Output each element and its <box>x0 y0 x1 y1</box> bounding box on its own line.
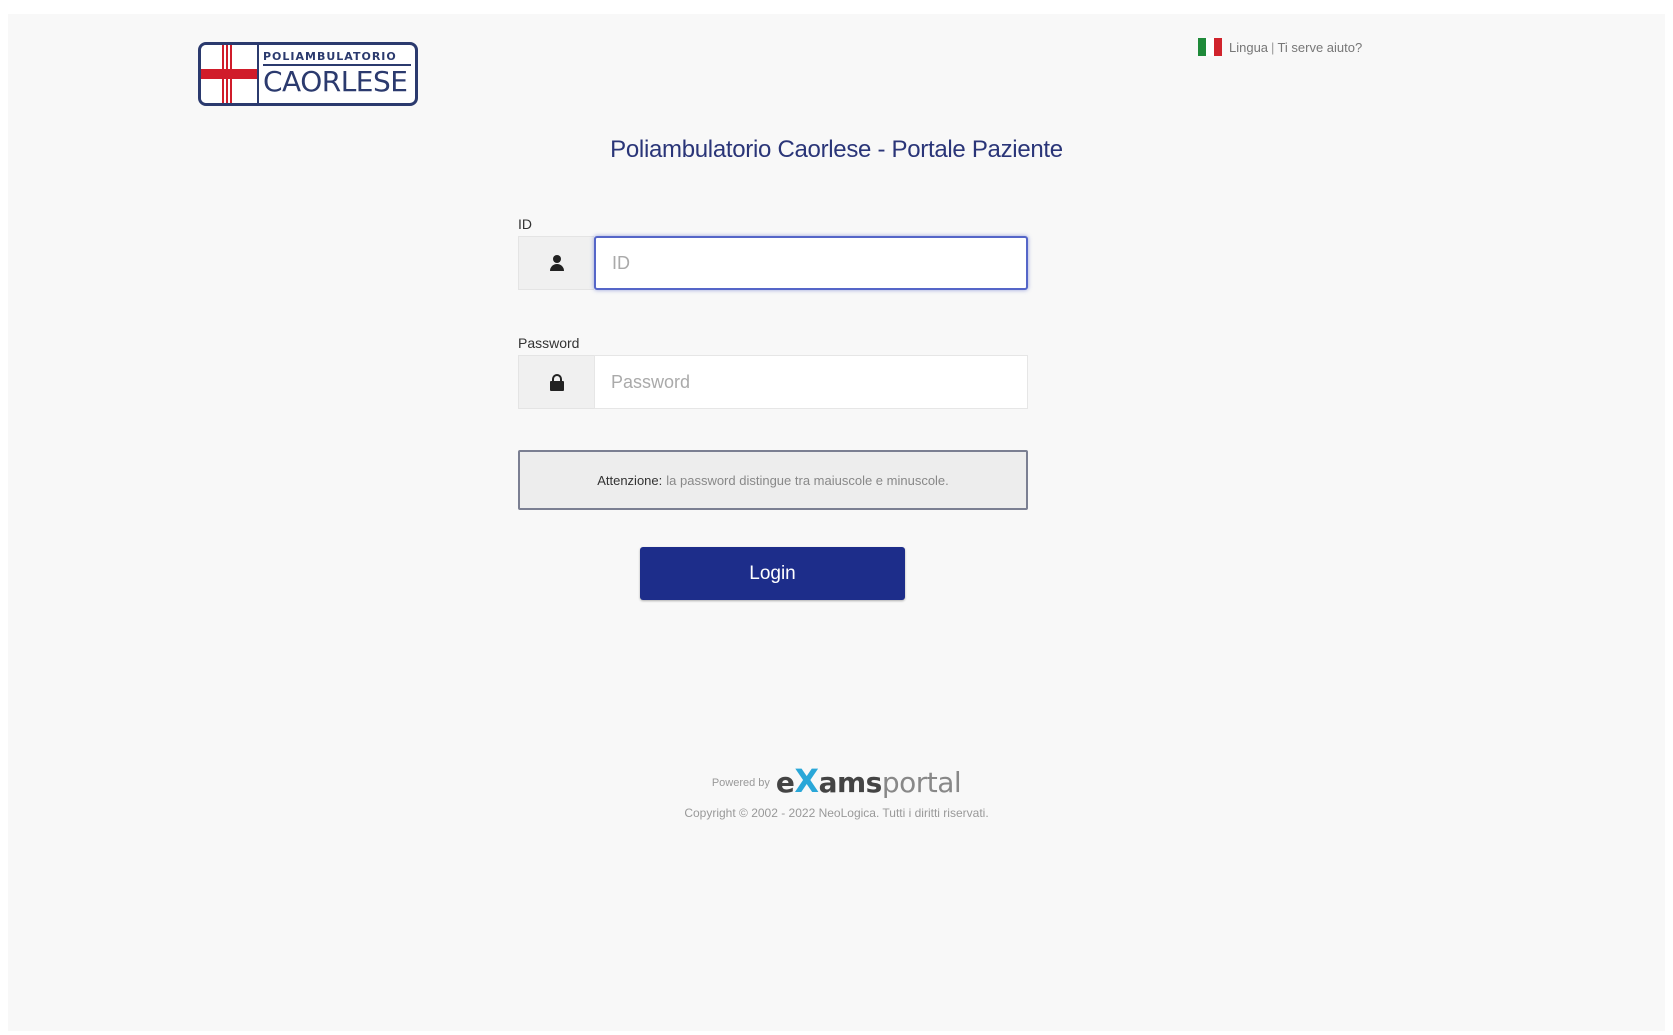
logo-top-text: POLIAMBULATORIO <box>263 50 411 66</box>
warning-prefix: Attenzione: <box>597 472 663 488</box>
page: POLIAMBULATORIO CAORLESE Lingua | Ti ser… <box>8 14 1665 1031</box>
warning-text: la password distingue tra maiuscole e mi… <box>666 472 949 488</box>
page-title: Poliambulatorio Caorlese - Portale Pazie… <box>610 136 1063 163</box>
logo-text: POLIAMBULATORIO CAORLESE <box>259 45 415 103</box>
id-label: ID <box>518 216 532 232</box>
id-field-group: ID <box>518 216 1028 290</box>
powered-by-label: Powered by <box>711 777 770 789</box>
red-cross-icon <box>201 45 259 103</box>
password-addon <box>518 355 594 409</box>
italy-flag-icon[interactable] <box>1198 38 1222 56</box>
id-input[interactable] <box>594 236 1028 290</box>
password-input[interactable] <box>594 355 1028 409</box>
clinic-logo: POLIAMBULATORIO CAORLESE <box>198 42 418 106</box>
password-label: Password <box>518 335 580 351</box>
separator: | <box>1271 39 1275 55</box>
user-icon <box>549 255 564 271</box>
id-input-group <box>518 236 1028 290</box>
copyright: Copyright © 2002 - 2022 NeoLogica. Tutti… <box>684 806 989 820</box>
powered-by: Powered by eXamsportal <box>8 762 1665 800</box>
login-button[interactable]: Login <box>640 547 905 600</box>
logo-bottom-text: CAORLESE <box>263 65 408 98</box>
top-links: Lingua | Ti serve aiuto? <box>1198 38 1362 56</box>
lock-icon <box>549 373 564 391</box>
language-link[interactable]: Lingua <box>1229 40 1268 55</box>
help-link[interactable]: Ti serve aiuto? <box>1277 40 1362 55</box>
examsportal-logo[interactable]: eXamsportal <box>776 762 962 800</box>
password-field-group: Password <box>518 335 1028 409</box>
password-input-group <box>518 355 1028 409</box>
id-addon <box>518 236 594 290</box>
case-sensitive-warning: Attenzione: la password distingue tra ma… <box>518 450 1028 510</box>
